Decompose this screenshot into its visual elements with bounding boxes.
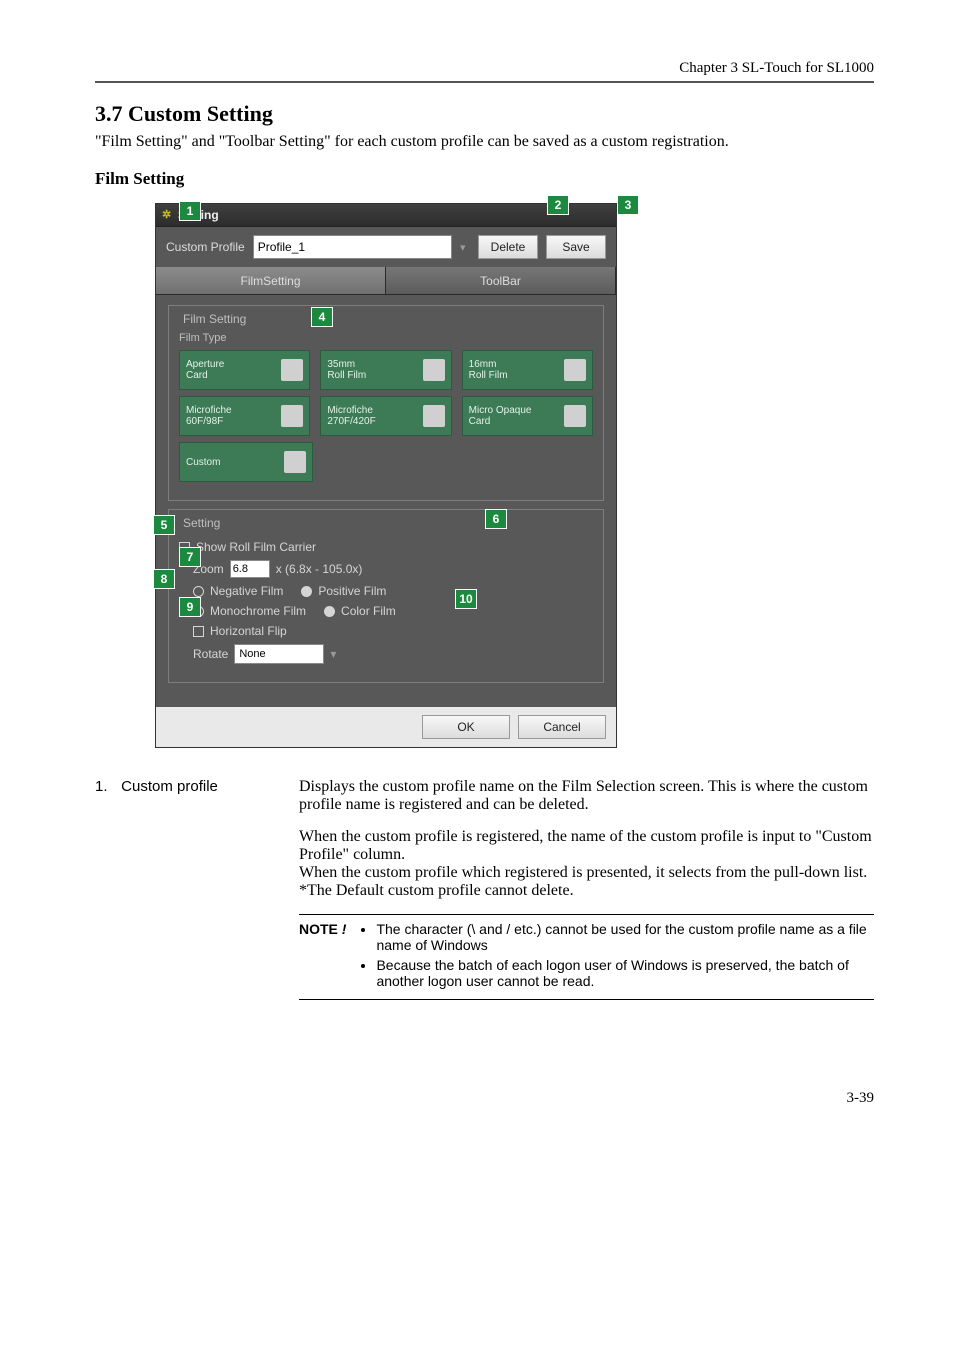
roll-35-icon — [423, 359, 445, 381]
note-bullet-1: The character (\ and / etc.) cannot be u… — [376, 921, 874, 953]
callout-5: 5 — [153, 515, 175, 535]
callout-7: 7 — [179, 547, 201, 567]
callout-3: 3 — [617, 195, 639, 215]
show-roll-label: Show Roll Film Carrier — [196, 540, 316, 554]
delete-button[interactable]: Delete — [478, 235, 538, 259]
settings-dialog-screenshot: 1 2 3 4 5 6 7 8 9 10 ✲ Setting Custom Pr… — [155, 203, 655, 748]
zoom-input[interactable] — [230, 560, 270, 578]
film-35mm-roll[interactable]: 35mm Roll Film — [320, 350, 451, 390]
positive-film-radio[interactable] — [301, 586, 312, 597]
desc-p2: When the custom profile is registered, t… — [299, 828, 874, 864]
rotate-label: Rotate — [193, 647, 228, 661]
fieldset-film-type-label: Film Type — [179, 332, 593, 344]
rotate-select[interactable] — [234, 644, 324, 664]
monochrome-film-label: Monochrome Film — [210, 604, 306, 618]
zoom-range: x (6.8x - 105.0x) — [276, 562, 363, 576]
note-bullet-2: Because the batch of each logon user of … — [376, 957, 874, 989]
custom-film-icon — [284, 451, 306, 473]
film-micro-opaque[interactable]: Micro Opaque Card — [462, 396, 593, 436]
callout-6: 6 — [485, 509, 507, 529]
callout-9: 9 — [179, 597, 201, 617]
desc-p4: *The Default custom profile cannot delet… — [299, 882, 874, 900]
micro-opaque-icon — [564, 405, 586, 427]
callout-10: 10 — [455, 589, 477, 609]
film-microfiche-270[interactable]: Microfiche 270F/420F — [320, 396, 451, 436]
microfiche-60-icon — [281, 405, 303, 427]
gear-icon: ✲ — [162, 208, 171, 221]
positive-film-label: Positive Film — [318, 584, 386, 598]
film-custom[interactable]: Custom — [179, 442, 313, 482]
header-rule — [95, 81, 874, 83]
page-number: 3-39 — [95, 1090, 874, 1107]
section-heading: 3.7 Custom Setting — [95, 101, 874, 127]
aperture-card-icon — [281, 359, 303, 381]
desc-p3: When the custom profile which registered… — [299, 864, 874, 882]
desc-item-number: 1. — [95, 778, 117, 795]
cancel-button[interactable]: Cancel — [518, 715, 606, 739]
horizontal-flip-label: Horizontal Flip — [210, 624, 287, 638]
desc-item-name: Custom profile — [121, 778, 218, 795]
fieldset-setting-label: Setting — [179, 516, 224, 530]
callout-1: 1 — [179, 201, 201, 221]
film-16mm-roll[interactable]: 16mm Roll Film — [462, 350, 593, 390]
rotate-dropdown-icon[interactable]: ▾ — [330, 647, 336, 661]
custom-profile-input[interactable] — [253, 235, 452, 259]
tab-toolbar[interactable]: ToolBar — [386, 267, 616, 295]
roll-16-icon — [564, 359, 586, 381]
microfiche-270-icon — [423, 405, 445, 427]
note-label-text: NOTE — [299, 921, 342, 937]
callout-8: 8 — [153, 569, 175, 589]
callout-4: 4 — [311, 307, 333, 327]
note-exclaim: ! — [342, 921, 347, 937]
fieldset-film-setting-label: Film Setting — [179, 312, 250, 326]
note-block: NOTE ! The character (\ and / etc.) cann… — [299, 914, 874, 1000]
negative-film-label: Negative Film — [210, 584, 283, 598]
settings-dialog: ✲ Setting Custom Profile ▾ Delete Save F… — [155, 203, 617, 748]
ok-button[interactable]: OK — [422, 715, 510, 739]
section-intro: "Film Setting" and "Toolbar Setting" for… — [95, 133, 874, 151]
tab-filmsetting[interactable]: FilmSetting — [156, 267, 386, 295]
negative-film-radio[interactable] — [193, 586, 204, 597]
color-film-radio[interactable] — [324, 606, 335, 617]
custom-profile-label: Custom Profile — [166, 240, 245, 254]
save-button[interactable]: Save — [546, 235, 606, 259]
chapter-header: Chapter 3 SL-Touch for SL1000 — [95, 60, 874, 77]
desc-p1: Displays the custom profile name on the … — [299, 778, 874, 814]
film-aperture-card[interactable]: Aperture Card — [179, 350, 310, 390]
callout-2: 2 — [547, 195, 569, 215]
dropdown-icon[interactable]: ▾ — [460, 241, 470, 254]
desc-item-left: 1. Custom profile — [95, 778, 275, 1000]
film-setting-subhead: Film Setting — [95, 169, 874, 189]
film-microfiche-60[interactable]: Microfiche 60F/98F — [179, 396, 310, 436]
horizontal-flip-checkbox[interactable] — [193, 626, 204, 637]
color-film-label: Color Film — [341, 604, 396, 618]
